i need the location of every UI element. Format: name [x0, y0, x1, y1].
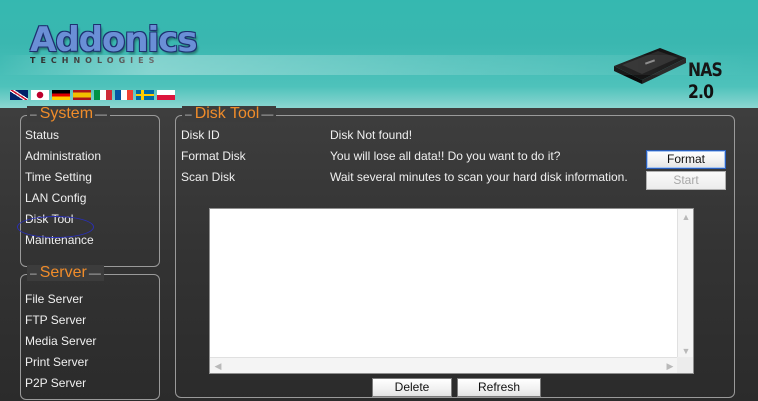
menu-administration[interactable]: Administration: [25, 149, 101, 167]
main-panel: – System — Status Administration Time Sett…: [0, 105, 758, 401]
france-flag-icon[interactable]: [115, 90, 133, 100]
format-disk-label: Format Disk: [181, 149, 246, 163]
scan-disk-info: Wait several minutes to scan your hard d…: [330, 170, 628, 184]
header-banner: Addonics TECHNOLOGIES NAS 2.0: [0, 0, 758, 108]
disktool-legend: – Disk Tool —: [182, 105, 277, 122]
addonics-logo[interactable]: Addonics TECHNOLOGIES: [30, 20, 205, 75]
delete-button[interactable]: Delete: [372, 378, 452, 397]
scrollbar-corner: [677, 357, 693, 373]
nas-device-icon: [614, 48, 686, 84]
start-button[interactable]: Start: [646, 171, 726, 190]
menu-p2p-server[interactable]: P2P Server: [25, 376, 86, 394]
menu-lan-config[interactable]: LAN Config: [25, 191, 86, 209]
scroll-up-icon[interactable]: ▲: [678, 209, 694, 225]
system-legend-text: System: [39, 105, 94, 122]
scan-log-textarea[interactable]: ▲ ▼ ◀ ▶: [209, 208, 694, 374]
server-legend: – Server —: [27, 264, 104, 281]
system-legend: – System —: [27, 105, 111, 122]
japan-flag-icon[interactable]: [31, 90, 49, 100]
scroll-left-icon[interactable]: ◀: [210, 358, 226, 374]
disktool-legend-text: Disk Tool: [194, 105, 260, 122]
germany-flag-icon[interactable]: [52, 90, 70, 100]
poland-flag-icon[interactable]: [157, 90, 175, 100]
disk-tool-panel: – Disk Tool — Disk ID Disk Not found! Form…: [175, 105, 735, 398]
server-legend-text: Server: [39, 264, 87, 281]
scroll-right-icon[interactable]: ▶: [662, 358, 678, 374]
horizontal-scrollbar[interactable]: ◀ ▶: [210, 357, 678, 373]
logo-main-text: Addonics: [30, 20, 198, 60]
spain-flag-icon[interactable]: [73, 90, 91, 100]
product-title: NAS 2.0: [688, 59, 723, 103]
logo-sub-text: TECHNOLOGIES: [30, 56, 160, 65]
menu-file-server[interactable]: File Server: [25, 292, 83, 310]
format-button[interactable]: Format: [646, 150, 726, 169]
disk-id-label: Disk ID: [181, 128, 220, 142]
language-flags: [10, 90, 175, 100]
server-menu-group: – Server — File Server FTP Server Media Se…: [20, 264, 160, 400]
disk-id-value: Disk Not found!: [330, 128, 413, 142]
italy-flag-icon[interactable]: [94, 90, 112, 100]
format-disk-warning: You will lose all data!! Do you want to …: [330, 149, 561, 163]
menu-status[interactable]: Status: [25, 128, 59, 146]
uk-flag-icon[interactable]: [10, 90, 28, 100]
selected-item-oval: [17, 216, 94, 238]
refresh-button[interactable]: Refresh: [457, 378, 541, 397]
vertical-scrollbar[interactable]: ▲ ▼: [677, 209, 693, 359]
sweden-flag-icon[interactable]: [136, 90, 154, 100]
menu-ftp-server[interactable]: FTP Server: [25, 313, 86, 331]
menu-print-server[interactable]: Print Server: [25, 355, 88, 373]
scan-disk-label: Scan Disk: [181, 170, 236, 184]
menu-time-setting[interactable]: Time Setting: [25, 170, 92, 188]
system-menu-group: – System — Status Administration Time Sett…: [20, 105, 160, 267]
menu-media-server[interactable]: Media Server: [25, 334, 96, 352]
